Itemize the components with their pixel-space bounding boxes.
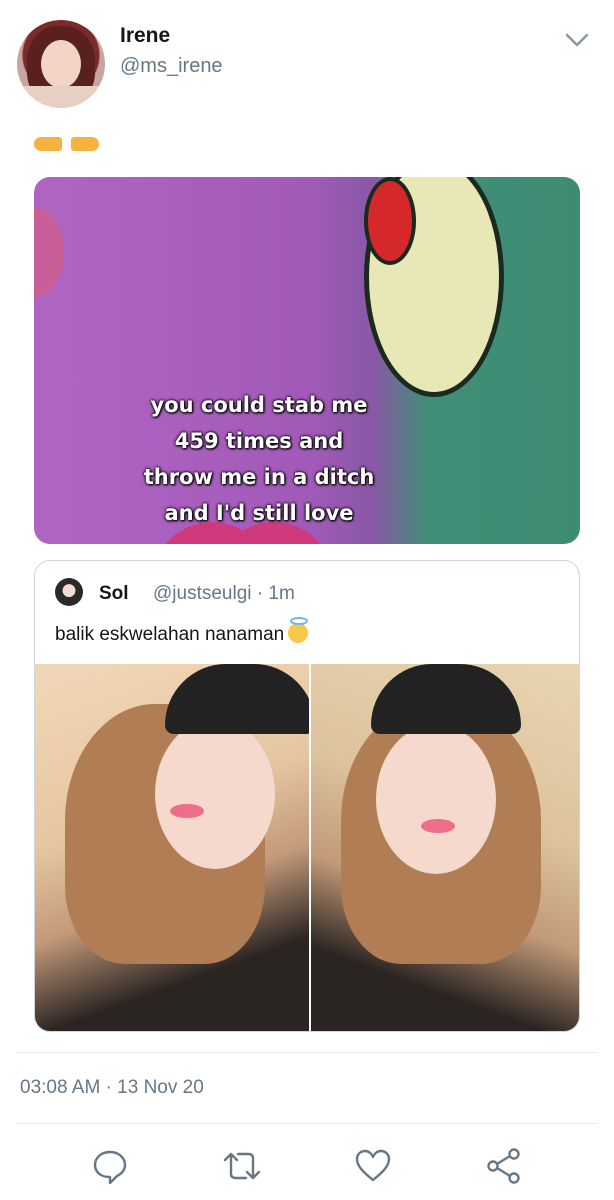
quoted-photo-1[interactable] bbox=[35, 664, 309, 1031]
share-icon[interactable] bbox=[484, 1146, 524, 1186]
pointing-finger-icon bbox=[71, 137, 100, 151]
chevron-down-icon[interactable] bbox=[563, 30, 591, 50]
reply-icon[interactable] bbox=[90, 1146, 130, 1186]
timestamp[interactable]: 03:08 AM · 13 Nov 20 bbox=[20, 1077, 204, 1099]
tweet-media-image[interactable]: you could stab me 459 times and throw me… bbox=[34, 177, 580, 544]
retweet-icon[interactable] bbox=[222, 1146, 262, 1186]
pointing-finger-icon bbox=[34, 137, 62, 151]
image-caption: you could stab me 459 times and throw me… bbox=[143, 393, 375, 525]
quoted-avatar bbox=[55, 578, 83, 606]
divider bbox=[17, 1123, 597, 1124]
heart-icon[interactable] bbox=[353, 1146, 393, 1186]
quoted-text: balik eskwelahan nanaman bbox=[55, 617, 309, 646]
divider bbox=[17, 1052, 597, 1053]
smiling-face-with-halo-icon bbox=[288, 617, 309, 643]
quoted-photo-2[interactable] bbox=[311, 664, 579, 1031]
quoted-handle-time: @justseulgi · 1m bbox=[153, 583, 295, 604]
tweet-text bbox=[34, 135, 100, 156]
avatar[interactable] bbox=[17, 20, 105, 108]
display-name[interactable]: Irene bbox=[120, 24, 170, 48]
quoted-display-name: Sol bbox=[99, 583, 129, 604]
username-handle[interactable]: @ms_irene bbox=[120, 55, 223, 78]
quoted-tweet[interactable]: Sol @justseulgi · 1m balik eskwelahan na… bbox=[34, 560, 580, 1032]
